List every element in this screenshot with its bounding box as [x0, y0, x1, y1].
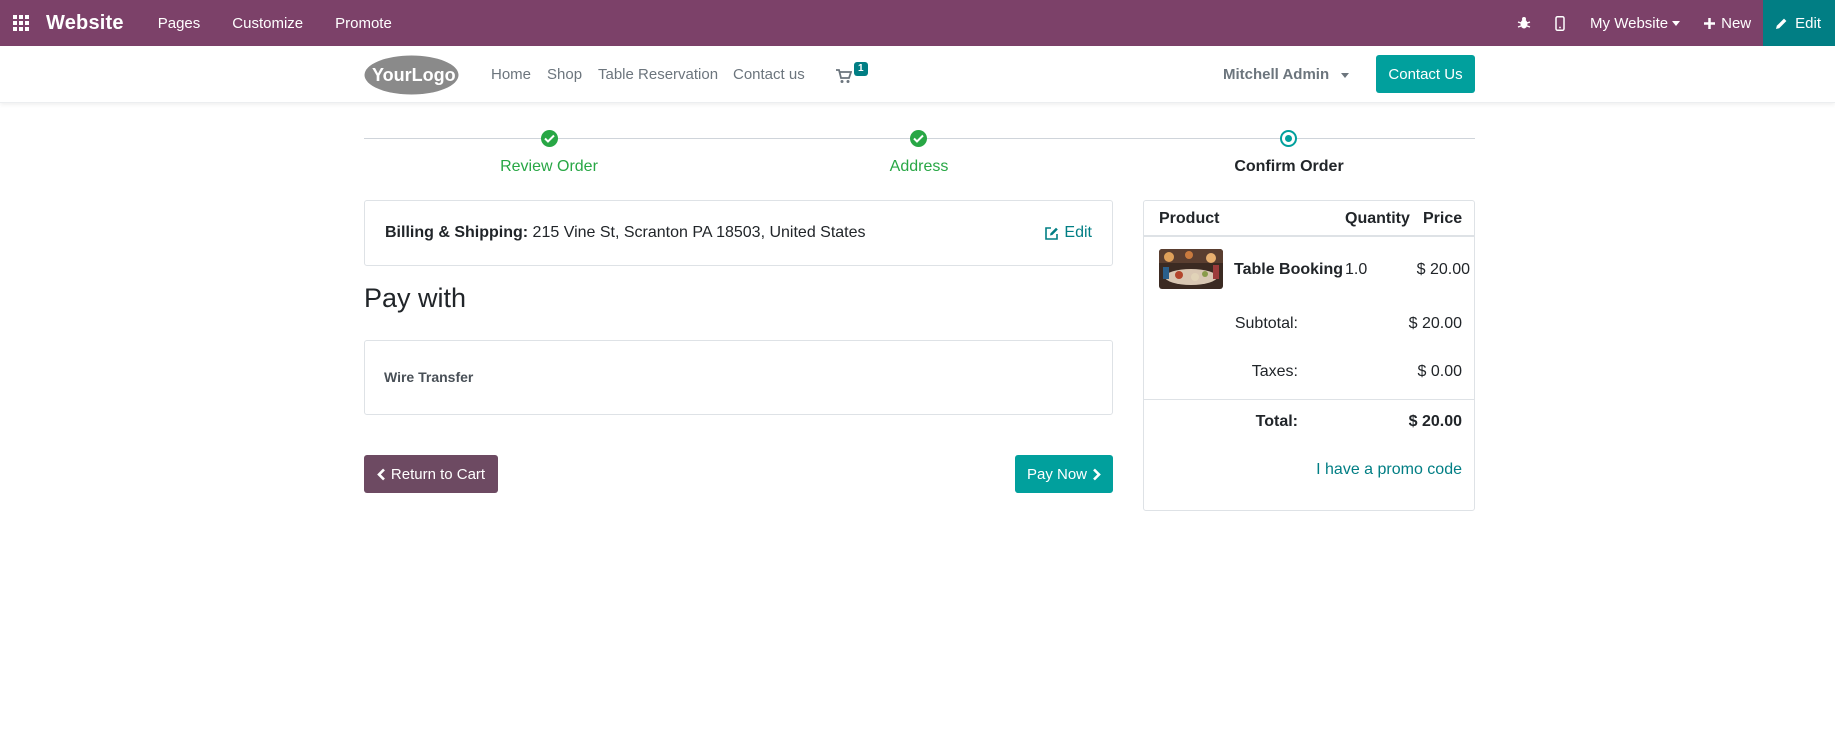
menu-promote[interactable]: Promote	[319, 0, 408, 46]
order-summary: Product Quantity Price Table Booking 1.0…	[1143, 200, 1475, 511]
website-header: YourLogo Home Shop Table Reservation Con…	[0, 46, 1835, 103]
shopping-cart-icon	[836, 69, 852, 83]
nav-table-reservation[interactable]: Table Reservation	[598, 66, 718, 83]
caret-down-icon	[1672, 20, 1681, 26]
apps-grid-icon	[13, 15, 29, 31]
total-label: Total:	[1255, 413, 1298, 430]
edit-address-link[interactable]: Edit	[1044, 224, 1092, 242]
step-review-order-check-icon	[541, 130, 558, 147]
apps-menu-button[interactable]	[2, 0, 40, 46]
nav-contact-us[interactable]: Contact us	[733, 66, 805, 83]
caret-down-icon	[1341, 72, 1350, 78]
edit-label: Edit	[1795, 14, 1821, 32]
product-price: $ 20.00	[1416, 261, 1470, 278]
step-address-check-icon	[910, 130, 927, 147]
pay-with-heading: Pay with	[364, 283, 467, 313]
pencil-icon	[1776, 18, 1787, 29]
cart-button[interactable]: 1	[834, 62, 874, 86]
new-button[interactable]: New	[1692, 0, 1763, 46]
bug-icon	[1517, 17, 1531, 29]
website-selector-label: My Website	[1590, 14, 1669, 32]
mobile-icon	[1555, 15, 1565, 31]
logo-image: YourLogo	[364, 55, 459, 95]
admin-top-bar: Website Pages Customize Promote My Websi…	[0, 0, 1835, 46]
site-logo[interactable]: YourLogo	[364, 55, 459, 95]
topbar-right: My Website New Edit	[1506, 0, 1835, 46]
promo-code-link[interactable]: I have a promo code	[1316, 461, 1462, 479]
nav-home[interactable]: Home	[491, 66, 531, 83]
product-name: Table Booking	[1234, 261, 1344, 278]
taxes-value: $ 0.00	[1417, 363, 1462, 380]
payment-method-card[interactable]: Wire Transfer	[364, 340, 1113, 415]
cart-count-badge: 1	[854, 62, 868, 76]
plus-icon	[1704, 17, 1716, 29]
header-quantity: Quantity	[1345, 210, 1410, 227]
user-name: Mitchell Admin	[1223, 66, 1330, 83]
pay-now-button[interactable]: Pay Now	[1015, 455, 1113, 493]
new-label: New	[1721, 14, 1752, 32]
return-to-cart-label: Return to Cart	[390, 465, 486, 483]
total-value: $ 20.00	[1408, 413, 1462, 430]
step-address[interactable]: Address	[819, 158, 1019, 176]
billing-line: Billing & Shipping: 215 Vine St, Scranto…	[385, 224, 866, 242]
header-price: Price	[1423, 210, 1463, 227]
payment-method-wire-transfer: Wire Transfer	[384, 369, 474, 385]
edit-button[interactable]: Edit	[1763, 0, 1835, 46]
billing-address: 215 Vine St, Scranton PA 18503, United S…	[532, 224, 866, 241]
step-confirm-order-current-icon	[1280, 130, 1297, 147]
mobile-preview-button[interactable]	[1542, 0, 1578, 46]
subtotal-label: Subtotal:	[1234, 315, 1298, 332]
summary-table-header: Product Quantity Price	[1144, 201, 1474, 237]
header-product: Product	[1159, 210, 1220, 227]
billing-shipping-card: Billing & Shipping: 215 Vine St, Scranto…	[364, 200, 1113, 266]
step-confirm-order: Confirm Order	[1234, 158, 1344, 175]
taxes-label: Taxes:	[1251, 363, 1298, 380]
app-brand[interactable]: Website	[46, 12, 124, 35]
nav-shop[interactable]: Shop	[547, 66, 582, 83]
pay-now-label: Pay Now	[1026, 465, 1088, 483]
summary-divider	[1144, 399, 1474, 400]
logo-text: YourLogo	[372, 65, 456, 85]
contact-us-button[interactable]: Contact Us	[1376, 55, 1475, 93]
edit-address-label: Edit	[1064, 224, 1092, 241]
menu-pages[interactable]: Pages	[142, 0, 217, 46]
website-selector[interactable]: My Website	[1578, 0, 1692, 46]
subtotal-value: $ 20.00	[1408, 315, 1462, 332]
menu-customize[interactable]: Customize	[216, 0, 319, 46]
step-review-order[interactable]: Review Order	[449, 158, 649, 176]
chevron-right-icon	[1093, 468, 1101, 480]
chevron-left-icon	[377, 468, 385, 480]
billing-label: Billing & Shipping:	[385, 224, 529, 241]
product-quantity: 1.0	[1345, 261, 1368, 278]
product-thumbnail	[1159, 249, 1223, 289]
debug-button[interactable]	[1506, 0, 1542, 46]
user-menu[interactable]: Mitchell Admin	[1223, 66, 1350, 83]
edit-square-icon	[1045, 226, 1059, 240]
return-to-cart-button[interactable]: Return to Cart	[364, 455, 498, 493]
